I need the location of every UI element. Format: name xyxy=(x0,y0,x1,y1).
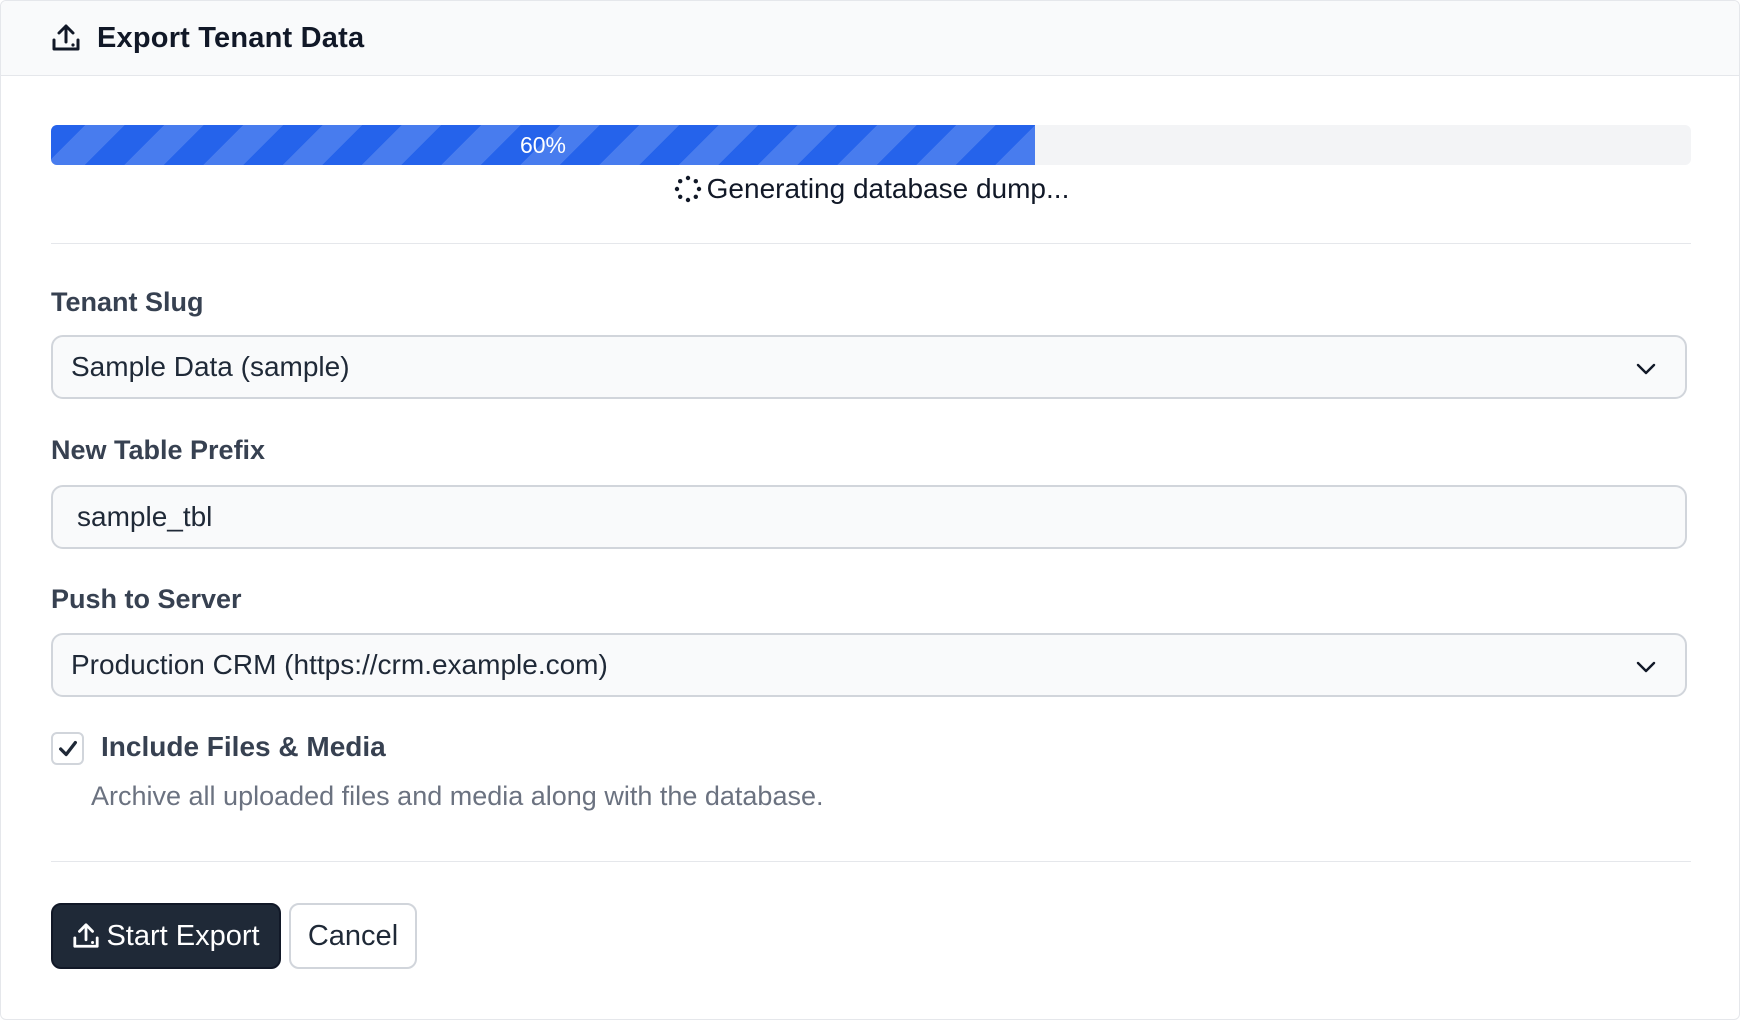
table-prefix-input[interactable] xyxy=(51,485,1687,549)
progress-status: Generating database dump... xyxy=(51,167,1691,211)
spinner-icon xyxy=(673,173,703,203)
cancel-button[interactable]: Cancel xyxy=(289,903,417,969)
progress-status-text: Generating database dump... xyxy=(706,173,1070,204)
upload-icon xyxy=(51,23,81,53)
divider xyxy=(51,861,1691,862)
include-files-help: Archive all uploaded files and media alo… xyxy=(91,781,824,811)
checkmark-icon xyxy=(58,740,77,756)
table-prefix-label: New Table Prefix xyxy=(51,435,266,465)
push-server-select[interactable]: Production CRM (https://crm.example.com) xyxy=(51,633,1687,697)
progress-bar: 60% xyxy=(51,125,1691,165)
progress-fill: 60% xyxy=(51,125,1035,165)
chevron-down-icon xyxy=(1636,363,1656,375)
push-server-value: Production CRM (https://crm.example.com) xyxy=(71,649,608,680)
divider xyxy=(51,243,1691,244)
progress-label: 60% xyxy=(519,131,567,158)
start-export-button[interactable]: Start Export xyxy=(51,903,281,969)
chevron-down-icon xyxy=(1636,661,1656,673)
start-export-label: Start Export xyxy=(106,919,260,952)
upload-icon xyxy=(73,923,100,948)
card-header: Export Tenant Data xyxy=(1,1,1739,76)
include-files-checkbox[interactable] xyxy=(51,732,84,765)
tenant-slug-label: Tenant Slug xyxy=(51,287,204,317)
push-server-label: Push to Server xyxy=(51,584,242,614)
tenant-slug-select[interactable]: Sample Data (sample) xyxy=(51,335,1687,399)
export-tenant-card: Export Tenant Data 60% Generating databa… xyxy=(0,0,1740,1020)
include-files-label[interactable]: Include Files & Media xyxy=(101,731,386,763)
page-title: Export Tenant Data xyxy=(97,21,365,54)
tenant-slug-value: Sample Data (sample) xyxy=(71,351,350,382)
cancel-label: Cancel xyxy=(307,919,399,952)
